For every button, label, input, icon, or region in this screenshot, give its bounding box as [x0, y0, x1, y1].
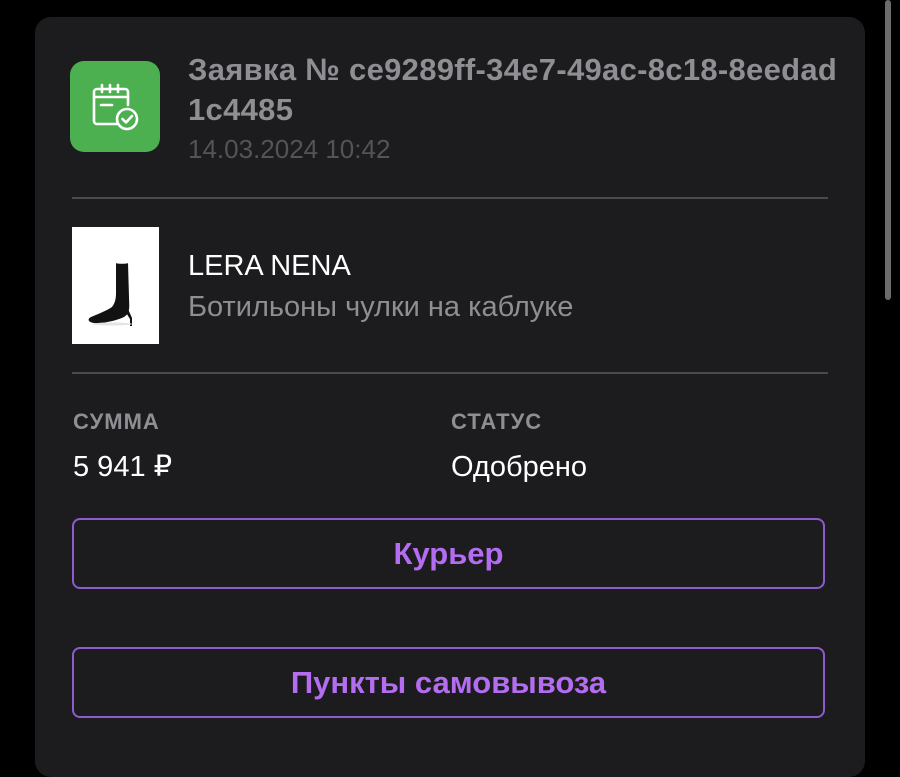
- courier-button[interactable]: Курьер: [72, 518, 825, 589]
- status-label: СТАТУС: [451, 409, 543, 434]
- order-title: Заявка № ce9289ff-34e7-49ac-8c18-8eedad1…: [188, 52, 838, 127]
- product-name: Ботильоны чулки на каблуке: [188, 291, 574, 323]
- divider: [72, 372, 828, 374]
- order-datetime: 14.03.2024 10:42: [188, 134, 391, 164]
- amount-label: СУММА: [73, 409, 160, 434]
- status-value: Одобрено: [451, 451, 587, 483]
- pickup-points-button[interactable]: Пункты самовывоза: [72, 647, 825, 718]
- product-image[interactable]: [72, 227, 159, 344]
- order-icon-tile: [70, 61, 160, 152]
- amount-value: 5 941 ₽: [73, 451, 173, 483]
- divider: [72, 197, 828, 199]
- scrollbar[interactable]: [885, 0, 891, 300]
- boot-image: [88, 263, 132, 326]
- calendar-check-icon: [92, 83, 139, 130]
- product-brand: LERA NENA: [188, 250, 351, 282]
